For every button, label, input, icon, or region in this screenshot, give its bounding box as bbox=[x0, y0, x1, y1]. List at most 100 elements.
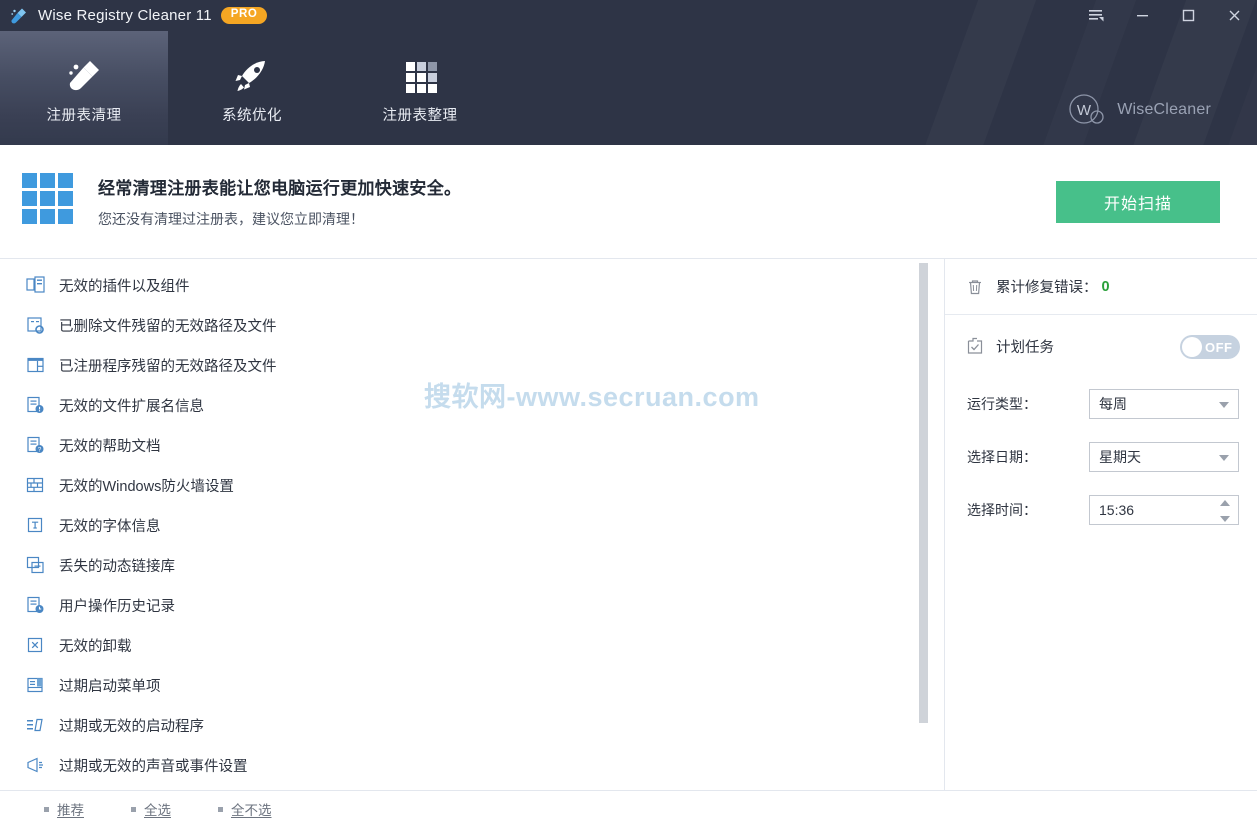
svg-text:?: ? bbox=[37, 446, 41, 453]
run-time-spinner[interactable]: 15:36 bbox=[1089, 494, 1239, 525]
list-item[interactable]: 丢失的动态链接库 bbox=[0, 545, 944, 585]
fixed-errors-label: 累计修复错误： bbox=[996, 280, 1098, 296]
run-time-label: 选择时间： bbox=[967, 501, 1037, 518]
info-banner: 经常清理注册表能让您电脑运行更加快速安全。 您还没有清理过注册表，建议您立即清理… bbox=[0, 145, 1257, 259]
svg-text:W: W bbox=[1077, 102, 1092, 119]
run-time-value: 15:36 bbox=[1099, 501, 1135, 518]
banner-title: 经常清理注册表能让您电脑运行更加快速安全。 bbox=[98, 179, 462, 198]
broom-icon bbox=[9, 6, 29, 26]
pro-badge: PRO bbox=[220, 7, 268, 24]
fixed-errors-count: 0 bbox=[1101, 278, 1110, 295]
window-controls bbox=[1073, 0, 1257, 31]
bullet-icon bbox=[218, 806, 223, 812]
run-day-label: 选择日期： bbox=[967, 448, 1037, 465]
list-item-label: 过期或无效的声音或事件设置 bbox=[59, 758, 248, 775]
clean-items-list: 无效的插件以及组件 已删除文件残留的无效路径及文件 已注册程序残留的无效路径及文… bbox=[0, 259, 945, 790]
list-item-label: 已删除文件残留的无效路径及文件 bbox=[59, 318, 277, 335]
list-item[interactable]: 过期或无效的声音或事件设置 bbox=[0, 745, 944, 785]
grid-icon bbox=[397, 52, 443, 98]
plugin-components-icon bbox=[24, 274, 46, 296]
tab-registry-cleaner[interactable]: 注册表清理 bbox=[0, 31, 168, 145]
run-type-select[interactable]: 每周 bbox=[1089, 388, 1239, 419]
brand-text: WiseCleaner bbox=[1117, 101, 1211, 118]
list-item-label: 丢失的动态链接库 bbox=[59, 558, 175, 575]
recommend-link[interactable]: 推荐 bbox=[44, 799, 84, 819]
main-content: 无效的插件以及组件 已删除文件残留的无效路径及文件 已注册程序残留的无效路径及文… bbox=[0, 259, 1257, 790]
toggle-knob bbox=[1182, 337, 1202, 357]
spinner-arrows[interactable] bbox=[1220, 499, 1230, 522]
broom-icon bbox=[61, 52, 107, 98]
brand-logo: W WiseCleaner bbox=[1066, 90, 1211, 130]
deleted-file-residue-icon bbox=[24, 314, 46, 336]
run-type-row: 运行类型： 每周 bbox=[945, 377, 1257, 430]
tab-label: 系统优化 bbox=[222, 107, 282, 124]
list-item[interactable]: 无效的文件扩展名信息 bbox=[0, 385, 944, 425]
sound-event-icon bbox=[24, 754, 46, 776]
list-item[interactable]: 无效的卸载 bbox=[0, 625, 944, 665]
select-all-link[interactable]: 全选 bbox=[131, 799, 171, 819]
font-icon bbox=[24, 514, 46, 536]
list-item-label: 无效的卸载 bbox=[59, 638, 132, 655]
menu-button[interactable] bbox=[1073, 0, 1119, 31]
list-item[interactable]: ? 无效的帮助文档 bbox=[0, 425, 944, 465]
list-item[interactable]: 用户操作历史记录 bbox=[0, 585, 944, 625]
bullet-icon bbox=[44, 806, 49, 812]
list-item[interactable]: 无效的字体信息 bbox=[0, 505, 944, 545]
list-scrollbar-track[interactable] bbox=[919, 261, 936, 788]
chevron-down-icon bbox=[1219, 401, 1229, 408]
scheduled-task-toggle[interactable]: OFF bbox=[1180, 335, 1240, 359]
list-item[interactable]: 无效的插件以及组件 bbox=[0, 265, 944, 305]
start-scan-button[interactable]: 开始扫描 bbox=[1056, 181, 1220, 223]
title-bar[interactable]: Wise Registry Cleaner 11 PRO bbox=[0, 0, 1257, 31]
dll-icon bbox=[24, 554, 46, 576]
side-panel: 累计修复错误： 0 计划任务 OFF 运行类型： 每周 选择日期： 星期天 选择… bbox=[945, 259, 1257, 790]
app-title: Wise Registry Cleaner 11 bbox=[38, 7, 212, 24]
list-item-label: 用户操作历史记录 bbox=[59, 598, 175, 615]
select-all-label: 全选 bbox=[144, 803, 171, 818]
wisecleaner-logo-icon: W bbox=[1069, 94, 1104, 124]
minimize-button[interactable] bbox=[1119, 0, 1165, 31]
list-item-label: 无效的Windows防火墙设置 bbox=[59, 478, 234, 495]
close-button[interactable] bbox=[1211, 0, 1257, 31]
run-type-label: 运行类型： bbox=[967, 395, 1037, 412]
scheduled-task-label: 计划任务 bbox=[996, 339, 1054, 356]
maximize-button[interactable] bbox=[1165, 0, 1211, 31]
startup-program-icon bbox=[24, 714, 46, 736]
list-item[interactable]: 无效的Windows防火墙设置 bbox=[0, 465, 944, 505]
app-window: Wise Registry Cleaner 11 PRO 注册表清理 系统优化 … bbox=[0, 0, 1257, 827]
list-item-label: 无效的字体信息 bbox=[59, 518, 161, 535]
list-item[interactable]: 已删除文件残留的无效路径及文件 bbox=[0, 305, 944, 345]
run-day-select[interactable]: 星期天 bbox=[1089, 441, 1239, 472]
rocket-icon bbox=[229, 52, 275, 98]
tab-system-optimize[interactable]: 系统优化 bbox=[168, 31, 336, 145]
footer-bar: 推荐 全选 全不选 bbox=[0, 790, 1257, 827]
run-day-value: 星期天 bbox=[1099, 448, 1141, 465]
list-item-label: 过期或无效的启动程序 bbox=[59, 718, 204, 735]
task-check-icon bbox=[965, 336, 985, 356]
spinner-down-icon[interactable] bbox=[1220, 515, 1230, 522]
scheduled-task-row: 计划任务 OFF bbox=[945, 315, 1257, 377]
nav-tabs: 注册表清理 系统优化 注册表整理 bbox=[0, 31, 504, 145]
chevron-down-icon bbox=[1219, 454, 1229, 461]
trash-icon bbox=[965, 277, 985, 297]
list-scrollbar-thumb[interactable] bbox=[919, 263, 928, 723]
uninstall-icon bbox=[24, 634, 46, 656]
select-none-link[interactable]: 全不选 bbox=[218, 799, 272, 819]
firewall-icon bbox=[24, 474, 46, 496]
bullet-icon bbox=[131, 806, 136, 812]
toggle-state-label: OFF bbox=[1205, 339, 1233, 355]
list-item[interactable]: 已注册程序残留的无效路径及文件 bbox=[0, 345, 944, 385]
recommend-label: 推荐 bbox=[57, 803, 84, 818]
list-item[interactable]: 过期启动菜单项 bbox=[0, 665, 944, 705]
banner-subtitle: 您还没有清理过注册表，建议您立即清理！ bbox=[98, 211, 364, 227]
list-scroll-area[interactable]: 无效的插件以及组件 已删除文件残留的无效路径及文件 已注册程序残留的无效路径及文… bbox=[0, 259, 944, 790]
list-item-label: 已注册程序残留的无效路径及文件 bbox=[59, 358, 277, 375]
file-extension-warning-icon bbox=[24, 394, 46, 416]
history-icon bbox=[24, 594, 46, 616]
spinner-up-icon[interactable] bbox=[1220, 499, 1230, 506]
list-item-label: 无效的帮助文档 bbox=[59, 438, 161, 455]
help-document-icon: ? bbox=[24, 434, 46, 456]
tab-registry-defrag[interactable]: 注册表整理 bbox=[336, 31, 504, 145]
list-item[interactable]: 过期或无效的启动程序 bbox=[0, 705, 944, 745]
start-menu-icon bbox=[24, 674, 46, 696]
